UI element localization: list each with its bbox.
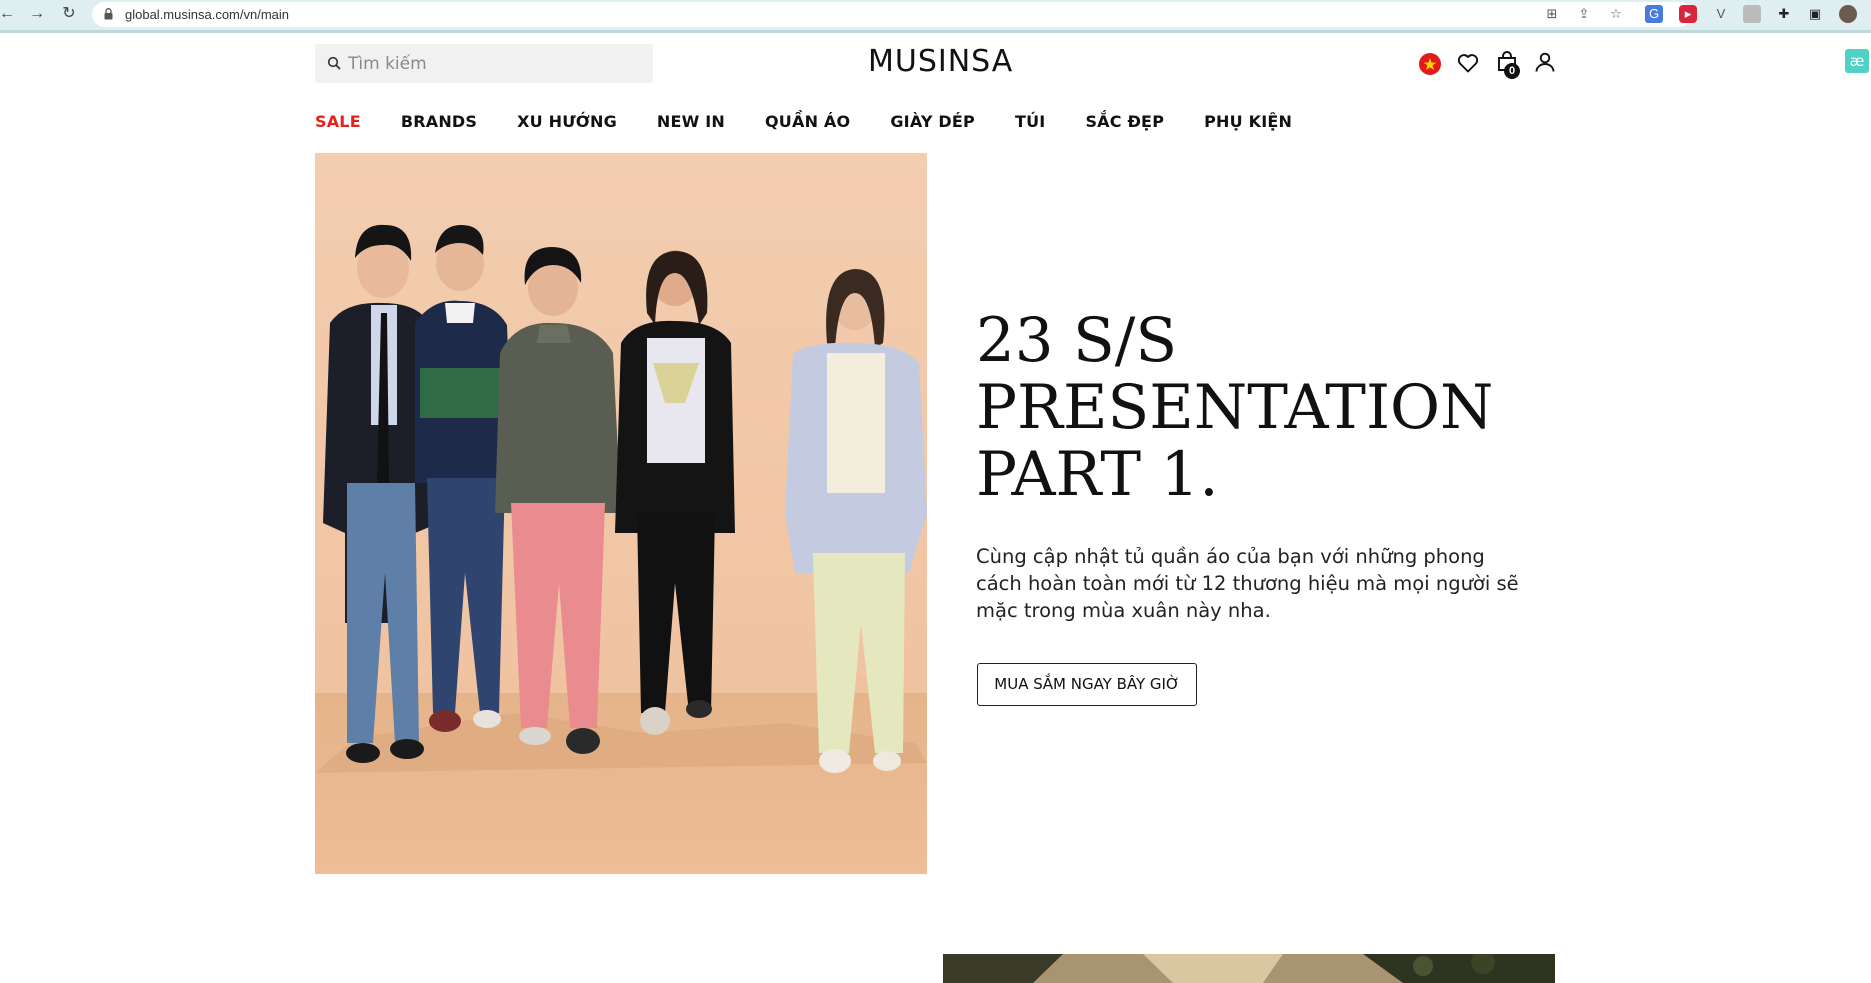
- nav-item-new-in[interactable]: NEW IN: [657, 111, 725, 133]
- star-icon[interactable]: ☆: [1607, 5, 1625, 23]
- hero-title-line: PART 1.: [976, 439, 1219, 510]
- google-translate-icon[interactable]: G: [1645, 5, 1663, 23]
- nav-item-brands[interactable]: BRANDS: [401, 111, 477, 133]
- back-arrow-icon[interactable]: ←: [0, 3, 18, 25]
- lock-icon: [104, 8, 113, 20]
- search-box[interactable]: [315, 44, 653, 83]
- nav-item-shoes[interactable]: GIÀY DÉP: [890, 111, 975, 133]
- share-icon[interactable]: ⇪: [1575, 5, 1593, 23]
- hero-title: 23 S/S PRESENTATION PART 1.: [976, 307, 1516, 508]
- user-icon[interactable]: [1533, 50, 1557, 74]
- search-input[interactable]: [348, 52, 638, 76]
- address-bar[interactable]: global.musinsa.com/vn/main: [92, 2, 1692, 27]
- hero-title-line: 23 S/S: [976, 305, 1178, 376]
- reload-icon[interactable]: ↻: [58, 3, 80, 25]
- sidebar-icon[interactable]: ▣: [1806, 5, 1824, 23]
- nav-item-clothing[interactable]: QUẦN ÁO: [765, 111, 850, 133]
- puzzle-icon[interactable]: ✚: [1775, 5, 1793, 23]
- browser-divider: [0, 30, 1871, 33]
- url-text: global.musinsa.com/vn/main: [125, 7, 290, 22]
- nav-item-trends[interactable]: XU HƯỚNG: [517, 111, 617, 133]
- profile-avatar[interactable]: [1839, 5, 1857, 23]
- main-nav: SALE BRANDS XU HƯỚNG NEW IN QUẦN ÁO GIÀY…: [315, 111, 1332, 133]
- nav-item-bags[interactable]: TÚI: [1015, 111, 1045, 133]
- forward-arrow-icon[interactable]: →: [26, 3, 48, 25]
- translate-icon[interactable]: ⊞: [1543, 5, 1561, 23]
- extension-side-badge[interactable]: æ: [1845, 49, 1869, 73]
- cart-count-badge: 0: [1504, 63, 1520, 79]
- hero-title-line: PRESENTATION: [976, 372, 1494, 443]
- nav-item-accessories[interactable]: PHỤ KIỆN: [1204, 111, 1292, 133]
- heart-icon[interactable]: [1456, 51, 1480, 75]
- hero-description: Cùng cập nhật tủ quần áo của bạn với nhữ…: [976, 545, 1519, 622]
- vietnam-flag-icon[interactable]: [1419, 53, 1441, 75]
- search-icon: [327, 56, 341, 70]
- v-extension-icon[interactable]: V: [1712, 5, 1730, 23]
- record-icon[interactable]: ▸: [1679, 5, 1697, 23]
- second-banner-image[interactable]: [943, 954, 1555, 983]
- hero-image[interactable]: [315, 153, 927, 874]
- image-extension-icon[interactable]: [1743, 5, 1761, 23]
- site-logo[interactable]: MUSINSA: [868, 44, 1013, 79]
- shop-now-button[interactable]: MUA SẮM NGAY BÂY GIỜ: [977, 663, 1197, 706]
- browser-toolbar: ← → ↻ global.musinsa.com/vn/main ⊞ ⇪ ☆ G…: [0, 0, 1871, 30]
- nav-item-beauty[interactable]: SẮC ĐẸP: [1085, 111, 1164, 133]
- nav-item-sale[interactable]: SALE: [315, 111, 361, 133]
